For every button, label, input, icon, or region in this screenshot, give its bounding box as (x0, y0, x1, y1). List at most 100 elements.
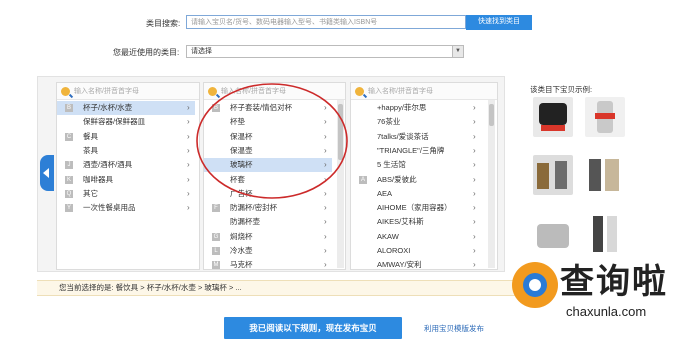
index-letter-badge: A (359, 175, 367, 184)
category-column-3: 输入名称/拼音首字母 +happy/菲尔思 › 76茶业 › 7talks/爱谈茶话 › "… (350, 82, 498, 270)
chevron-right-icon: › (473, 260, 476, 270)
category-item-label: ABS/爱彼此 (377, 174, 417, 184)
category-item-label: AKAW (377, 231, 399, 241)
category-list-item[interactable]: G 焖烧杯 › (204, 230, 332, 244)
category-list-item[interactable]: L 冷水壶 › (204, 244, 332, 258)
category-list-item[interactable]: 茶具 › (57, 144, 195, 158)
category-list-item[interactable]: 防漏杯壶 › (204, 215, 332, 229)
current-selection-bar: 您当前选择的是: 餐饮具 > 杯子/水杯/水壶 > 玻璃杯 > ... (37, 280, 515, 296)
search-icon (61, 86, 70, 96)
column-3-scrollbar[interactable] (488, 100, 495, 268)
category-list-item[interactable]: F 防漏杯/密封杯 › (204, 201, 332, 215)
category-item-label: 茶具 (83, 145, 98, 155)
chevron-right-icon: › (473, 131, 476, 141)
column-3-search-input[interactable]: 输入名称/拼音首字母 (351, 83, 497, 100)
index-letter-badge: J (65, 161, 73, 170)
example-image-glass-tumbler[interactable] (585, 97, 625, 137)
column-3-placeholder: 输入名称/拼音首字母 (368, 88, 433, 95)
category-item-label: 酒壶/酒杯/酒具 (83, 160, 133, 170)
index-letter-badge: L (212, 247, 220, 255)
recent-categories-select[interactable]: 请选择 ▼ (186, 45, 464, 58)
chevron-right-icon: › (473, 103, 476, 112)
category-list-item[interactable]: A ABS/爱彼此 › (351, 173, 481, 187)
index-letter-badge: G (212, 232, 220, 241)
category-list-item[interactable]: 保鲜容器/保鲜器皿 › (57, 115, 195, 129)
category-item-label: "TRIANGLE"/三角牌 (377, 145, 445, 155)
chevron-right-icon: › (187, 160, 190, 170)
category-list-item[interactable]: AEA › (351, 187, 481, 201)
category-item-label: 餐具 (83, 131, 98, 141)
example-image-glass-cups-set[interactable] (533, 214, 573, 254)
examples-title: 该类目下宝贝示例: (530, 85, 593, 94)
category-list-item[interactable]: AIHOME（家用容器） › (351, 201, 481, 215)
chevron-right-icon: › (187, 203, 190, 213)
category-item-label: AEA (377, 188, 393, 198)
category-list-item[interactable]: C 餐具 › (57, 130, 195, 144)
category-list-item[interactable]: ALOROXI › (351, 244, 481, 258)
chevron-right-icon: › (473, 160, 476, 170)
category-list-item[interactable]: 5 生活馆 › (351, 158, 481, 172)
chevron-right-icon: › (324, 260, 327, 270)
chevron-right-icon: › (187, 145, 190, 155)
category-item-label: ALOROXI (377, 246, 411, 255)
chevron-right-icon: › (324, 246, 327, 255)
watermark-url: chaxunla.com (566, 304, 647, 319)
scrollbar-thumb[interactable] (489, 104, 494, 126)
scroll-left-arrow-icon[interactable] (40, 155, 54, 191)
example-image-glass-teaset[interactable] (533, 97, 573, 137)
example-image-thermos-bottle[interactable] (585, 214, 625, 254)
category-item-label: 保鲜容器/保鲜器皿 (83, 117, 146, 127)
category-list-item[interactable]: +happy/菲尔思 › (351, 101, 481, 115)
category-search-label: 类目搜索: (146, 19, 181, 28)
category-list-item[interactable]: Q 其它 › (57, 187, 195, 201)
column-1-placeholder: 输入名称/拼音首字母 (74, 88, 139, 95)
chevron-right-icon: › (473, 174, 476, 184)
recent-categories-label: 您最近使用的类目: (113, 48, 180, 57)
category-search-input[interactable]: 请输入宝贝名/货号、数码电器输入型号、书籍类输入ISBN号 (186, 15, 466, 29)
category-item-label: 防漏杯壶 (230, 217, 260, 227)
example-image-water-bottle[interactable] (585, 155, 625, 195)
index-letter-badge: Y (65, 204, 73, 213)
publish-item-button[interactable]: 我已阅读以下规则，现在发布宝贝 (224, 317, 402, 339)
category-list-item[interactable]: AKAW › (351, 230, 481, 244)
chevron-down-icon[interactable]: ▼ (452, 46, 463, 57)
category-list-item[interactable]: 7talks/爱谈茶话 › (351, 130, 481, 144)
category-item-label: 防漏杯/密封杯 (230, 203, 278, 213)
category-list-item[interactable]: B 杯子/水杯/水壶 › (57, 101, 195, 115)
chevron-right-icon: › (473, 188, 476, 198)
category-list-item[interactable]: 76茶业 › (351, 115, 481, 129)
index-letter-badge: M (212, 261, 220, 269)
chevron-right-icon: › (187, 117, 190, 127)
annotation-circle (196, 83, 348, 199)
category-item-label: AIKES/艾科斯 (377, 217, 424, 227)
category-list-item[interactable]: AMWAY/安利 › (351, 258, 481, 270)
chevron-right-icon: › (324, 217, 327, 227)
category-item-label: 杯子/水杯/水壶 (83, 103, 133, 112)
category-item-label: 7talks/爱谈茶话 (377, 131, 429, 141)
category-list-item[interactable]: K 咖啡器具 › (57, 173, 195, 187)
index-letter-badge: F (212, 204, 220, 213)
category-list-item[interactable]: M 马克杯 › (204, 258, 332, 270)
example-image-wine-glasses[interactable] (533, 155, 573, 195)
category-list-item[interactable]: AIKES/艾科斯 › (351, 215, 481, 229)
category-item-label: 马克杯 (230, 260, 253, 270)
category-item-label: 咖啡器具 (83, 174, 113, 184)
category-item-label: 一次性餐桌用品 (83, 203, 136, 213)
watermark-logo-icon (512, 262, 558, 308)
index-letter-badge: C (65, 132, 73, 141)
category-item-label: 5 生活馆 (377, 160, 406, 170)
chevron-right-icon: › (473, 217, 476, 227)
index-letter-badge: K (65, 175, 73, 184)
category-item-label: 冷水壶 (230, 246, 253, 255)
watermark-brand: 查询啦 (560, 263, 668, 301)
category-item-label: +happy/菲尔思 (377, 103, 427, 112)
category-list-item[interactable]: "TRIANGLE"/三角牌 › (351, 144, 481, 158)
quick-find-category-button[interactable]: 快速找到类目 (466, 15, 532, 30)
category-item-label: AIHOME（家用容器） (377, 203, 452, 213)
category-list-item[interactable]: J 酒壶/酒杯/酒具 › (57, 158, 195, 172)
publish-with-template-link[interactable]: 利用宝贝模版发布 (424, 323, 484, 334)
category-list-item[interactable]: Y 一次性餐桌用品 › (57, 201, 195, 215)
index-letter-badge: Q (65, 189, 73, 198)
category-item-label: 焖烧杯 (230, 231, 253, 241)
column-1-search-input[interactable]: 输入名称/拼音首字母 (57, 83, 199, 100)
